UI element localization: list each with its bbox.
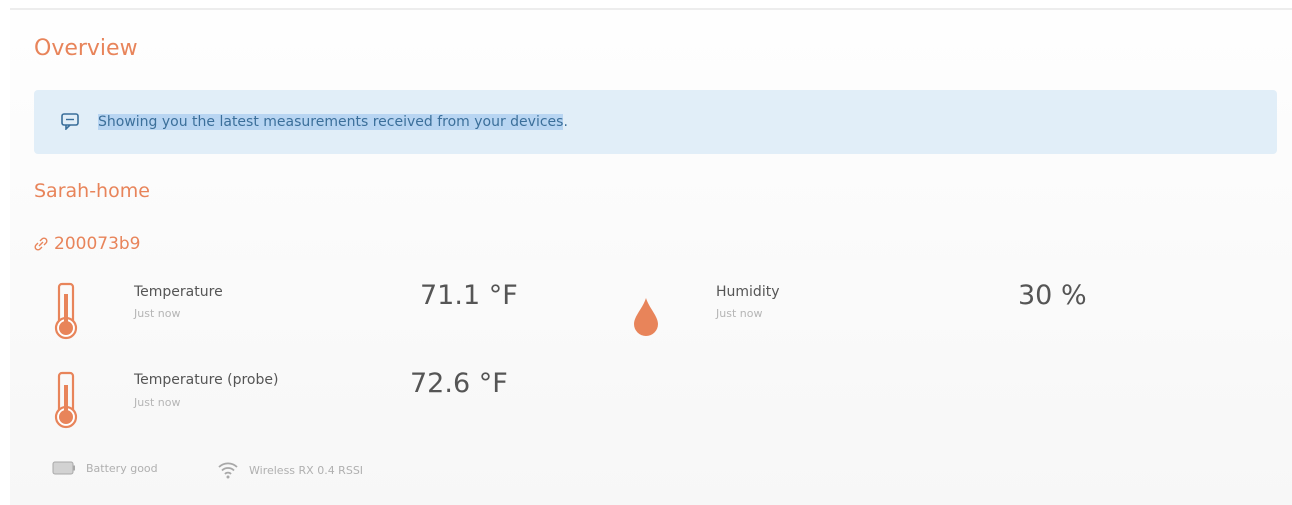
measurement-value: 71.1 °F (420, 280, 518, 311)
measurement-time: Just now (716, 307, 763, 320)
thermometer-icon (54, 371, 78, 429)
device-id[interactable]: 200073b9 (34, 234, 141, 254)
measurement-value: 72.6 °F (410, 368, 508, 399)
humidity-drop-icon (634, 298, 658, 336)
battery-status-text: Battery good (86, 461, 158, 475)
page-title: Overview (34, 36, 138, 61)
measurement-value: 30 % (1018, 280, 1087, 311)
info-banner-selected-text: Showing you the latest measurements rece… (98, 114, 564, 130)
info-banner-text-end: . (563, 114, 568, 130)
overview-panel: Overview Showing you the latest measurem… (10, 8, 1292, 505)
measurement-time: Just now (134, 307, 181, 320)
measurement-label: Temperature (134, 284, 223, 300)
link-icon (34, 237, 48, 251)
wireless-status: Wireless RX 0.4 RSSI (217, 461, 363, 479)
message-icon (61, 113, 79, 130)
info-banner: Showing you the latest measurements rece… (34, 90, 1277, 154)
wifi-icon (218, 462, 238, 479)
info-banner-text: Showing you the latest measurements rece… (98, 114, 568, 130)
measurement-time: Just now (134, 396, 181, 409)
location-name[interactable]: Sarah-home (34, 180, 150, 202)
measurement-label: Temperature (probe) (134, 372, 279, 388)
wireless-status-text: Wireless RX 0.4 RSSI (249, 463, 364, 477)
battery-status: Battery good (52, 461, 158, 475)
thermometer-icon (54, 282, 78, 340)
battery-icon (52, 461, 75, 475)
measurement-label: Humidity (716, 284, 780, 300)
device-id-label: 200073b9 (54, 234, 141, 254)
